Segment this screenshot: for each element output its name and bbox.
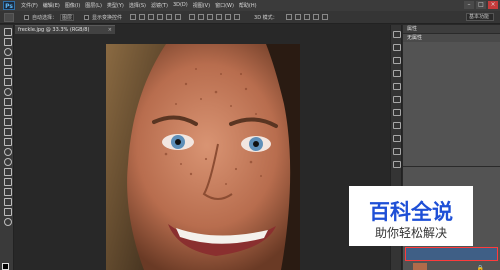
document-tab-label: freckle.jpg @ 33.3% (RGB/8): [18, 27, 90, 33]
navigator-panel-icon[interactable]: [393, 135, 401, 142]
3d-scale-icon[interactable]: [321, 14, 328, 20]
channels-panel-icon[interactable]: [393, 161, 401, 168]
distribute-buttons: [189, 14, 241, 20]
3d-mode-label: 3D 模式：: [254, 14, 278, 21]
paragraph-panel-icon[interactable]: [393, 96, 401, 103]
menu-items: 文件(F) 编辑(E) 图像(I) 图层(L) 类型(Y) 选择(S) 滤镜(T…: [21, 2, 257, 9]
watermark: 百科全说 助你轻松解决: [349, 186, 473, 246]
3d-mode-buttons: [285, 14, 328, 20]
align-right-icon[interactable]: [175, 14, 182, 20]
distribute-bottom-icon[interactable]: [207, 14, 214, 20]
menu-layer[interactable]: 图层(L): [85, 2, 102, 9]
document-tab[interactable]: freckle.jpg @ 33.3% (RGB/8) ×: [15, 25, 115, 34]
align-middle-icon[interactable]: [139, 14, 146, 20]
history-panel-icon[interactable]: [393, 31, 401, 38]
background-layer-row[interactable]: [405, 247, 498, 261]
properties-empty-label: 无属性: [403, 34, 500, 42]
align-bottom-icon[interactable]: [148, 14, 155, 20]
auto-select-label: 自动选择：: [32, 14, 58, 21]
maximize-button[interactable]: □: [476, 1, 486, 9]
pen-tool-icon[interactable]: [3, 167, 12, 176]
path-select-tool-icon[interactable]: [3, 187, 12, 196]
distribute-top-icon[interactable]: [189, 14, 196, 20]
distribute-right-icon[interactable]: [234, 14, 241, 20]
menu-edit[interactable]: 编辑(E): [43, 2, 60, 9]
actions-panel-icon[interactable]: [393, 122, 401, 129]
transform-controls-label: 显示变换控件: [92, 14, 123, 21]
options-bar: 自动选择： 图层 显示变换控件 3D 模式： 基本功能: [0, 11, 500, 24]
brush-tool-icon[interactable]: [3, 97, 12, 106]
lock-icon: 🔒: [476, 265, 484, 270]
menu-image[interactable]: 图像(I): [65, 2, 80, 9]
3d-slide-icon[interactable]: [312, 14, 319, 20]
menu-help[interactable]: 帮助(H): [239, 2, 257, 9]
move-tool-preset-icon[interactable]: [4, 12, 14, 22]
window-controls: – □ ×: [464, 1, 498, 9]
distribute-left-icon[interactable]: [216, 14, 223, 20]
watermark-title: 百科全说: [369, 200, 453, 224]
menu-bar: Ps 文件(F) 编辑(E) 图像(I) 图层(L) 类型(Y) 选择(S) 滤…: [0, 0, 500, 11]
marquee-tool-icon[interactable]: [3, 37, 12, 46]
3d-roll-icon[interactable]: [294, 14, 301, 20]
menu-select[interactable]: 选择(S): [129, 2, 146, 9]
canvas-photo: [106, 44, 300, 270]
3d-rotate-icon[interactable]: [285, 14, 292, 20]
align-center-icon[interactable]: [166, 14, 173, 20]
align-buttons: [130, 14, 182, 20]
gradient-tool-icon[interactable]: [3, 137, 12, 146]
lasso-tool-icon[interactable]: [3, 47, 12, 56]
crop-tool-icon[interactable]: [3, 67, 12, 76]
watermark-subtitle: 助你轻松解决: [374, 226, 447, 240]
adjustments-panel-icon[interactable]: [393, 57, 401, 64]
type-tool-icon[interactable]: [3, 177, 12, 186]
menu-filter[interactable]: 滤镜(T): [151, 2, 168, 9]
transform-controls-checkbox[interactable]: [84, 14, 90, 20]
distribute-center-icon[interactable]: [225, 14, 232, 20]
eraser-tool-icon[interactable]: [3, 127, 12, 136]
photoshop-logo: Ps: [3, 1, 15, 10]
move-tool-icon[interactable]: [3, 27, 12, 36]
foreground-color-swatch[interactable]: [2, 263, 9, 270]
properties-tab[interactable]: 属性: [403, 25, 500, 34]
hand-tool-icon[interactable]: [3, 207, 12, 216]
auto-select-checkbox[interactable]: [24, 14, 29, 20]
align-top-icon[interactable]: [130, 14, 137, 20]
color-swatches[interactable]: [2, 263, 12, 270]
eyedropper-tool-icon[interactable]: [3, 77, 12, 86]
menu-type[interactable]: 类型(Y): [107, 2, 124, 9]
menu-3d[interactable]: 3D(D): [173, 2, 188, 9]
styles-panel-icon[interactable]: [393, 70, 401, 77]
layer-thumbnail: [413, 263, 427, 270]
menu-view[interactable]: 视图(V): [193, 2, 210, 9]
info-panel-icon[interactable]: [393, 148, 401, 155]
close-button[interactable]: ×: [488, 1, 498, 9]
workspace-dropdown[interactable]: 基本功能: [466, 13, 494, 21]
close-document-icon[interactable]: ×: [108, 26, 112, 34]
3d-pan-icon[interactable]: [303, 14, 310, 20]
properties-body: [403, 42, 500, 167]
shape-tool-icon[interactable]: [3, 197, 12, 206]
dodge-tool-icon[interactable]: [3, 157, 12, 166]
blur-tool-icon[interactable]: [3, 147, 12, 156]
menu-window[interactable]: 窗口(W): [215, 2, 234, 9]
brush-panel-icon[interactable]: [393, 109, 401, 116]
history-brush-tool-icon[interactable]: [3, 117, 12, 126]
minimize-button[interactable]: –: [464, 1, 474, 9]
properties-panel-icon[interactable]: [393, 44, 401, 51]
character-panel-icon[interactable]: [393, 83, 401, 90]
healing-brush-tool-icon[interactable]: [3, 87, 12, 96]
quick-select-tool-icon[interactable]: [3, 57, 12, 66]
toolbox: [0, 25, 14, 270]
distribute-middle-icon[interactable]: [198, 14, 205, 20]
auto-select-dropdown[interactable]: 图层: [60, 13, 75, 21]
clone-stamp-tool-icon[interactable]: [3, 107, 12, 116]
align-left-icon[interactable]: [157, 14, 164, 20]
zoom-tool-icon[interactable]: [3, 217, 12, 226]
menu-file[interactable]: 文件(F): [21, 2, 38, 9]
